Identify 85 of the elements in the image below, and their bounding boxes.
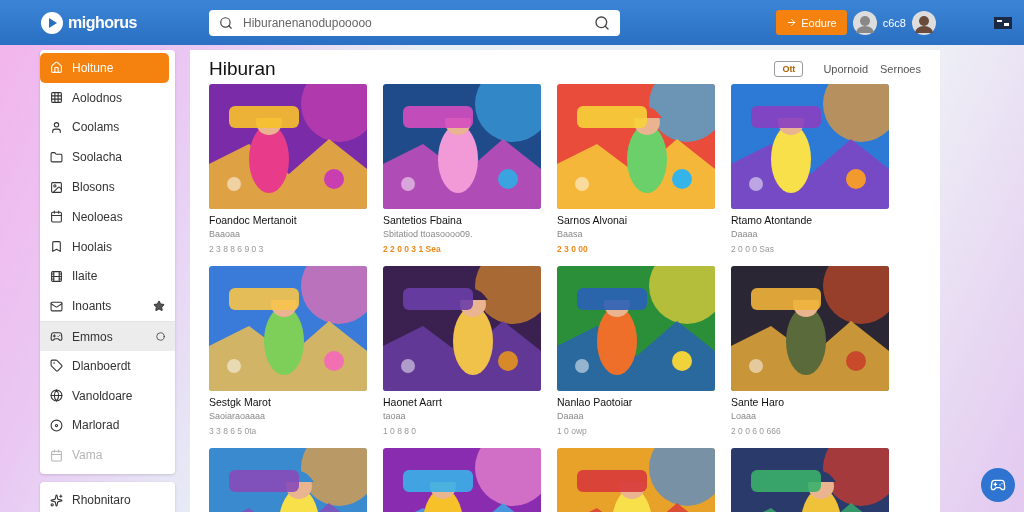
brand-name: mighorus — [68, 13, 137, 32]
sidebar-item[interactable]: Hoolais — [40, 231, 175, 262]
bookmark-icon — [50, 240, 63, 254]
search-icon — [219, 15, 233, 30]
game-meta: 1 0 8 8 0 — [383, 426, 418, 436]
game-title[interactable]: Santetios Fbaina — [383, 214, 541, 226]
avatar[interactable] — [852, 10, 877, 35]
game-meta: 1 0 owp — [557, 426, 588, 436]
sidebar-item[interactable]: Soolacha — [40, 142, 175, 173]
item-label: Hoolais — [72, 239, 114, 254]
star-icon — [153, 300, 165, 313]
logo-icon — [40, 10, 64, 35]
avatar[interactable] — [912, 10, 936, 35]
section-title: Hiburan — [209, 58, 276, 80]
game-meta: 2 3 8 8 6 9 0 3 — [209, 244, 265, 254]
game-title[interactable]: Sante Haro — [731, 396, 889, 408]
game-subtitle: Saoiaraoaaaa — [209, 411, 267, 421]
globe-icon — [50, 389, 63, 403]
game-title[interactable]: Rtamo Atontande — [731, 214, 889, 226]
game-title[interactable]: Foandoc Mertanoit — [209, 214, 367, 226]
sidebar-item[interactable]: Coolams — [40, 112, 175, 143]
user-label: c6c8 — [882, 16, 906, 29]
sidebar-item[interactable]: Marlorad — [40, 410, 175, 441]
game-title[interactable]: Sarnos Alvonai — [557, 214, 715, 226]
item-label: Rhobnitaro — [72, 493, 132, 508]
grid-icon — [50, 91, 63, 105]
calendar-icon — [50, 448, 63, 462]
nav-link[interactable]: Upornoid — [823, 63, 868, 75]
game-meta: 2 0 0 6 0 666 — [731, 426, 782, 436]
item-label: Aolodnos — [72, 90, 124, 105]
game-subtitle: taoaa — [383, 411, 407, 421]
circle-icon — [156, 332, 165, 342]
item-label: Coolams — [72, 120, 121, 135]
person-icon — [50, 121, 63, 134]
item-label: Neoloeas — [72, 209, 124, 224]
sparkle-icon — [50, 493, 63, 507]
item-label: Dlanboerdt — [72, 358, 132, 373]
sidebar-item[interactable]: Dlanboerdt — [40, 350, 175, 381]
arrow-icon — [786, 17, 798, 28]
game-title[interactable]: Sestgk Marot — [209, 396, 367, 408]
item-label: Emmos — [72, 329, 114, 344]
game-meta: 2 0 0 0 Sas — [731, 244, 775, 254]
mail-icon — [50, 299, 63, 313]
game-subtitle: Sbitatiod ttoasoooo09. — [383, 229, 474, 239]
item-label: Vama — [72, 448, 104, 463]
sidebar-item[interactable]: Rhobnitaro — [40, 485, 175, 512]
gamepad-icon — [50, 330, 63, 344]
sidebar-item[interactable]: Ilaite — [40, 261, 175, 292]
game-subtitle: Daaaa — [557, 411, 585, 421]
search-icon[interactable] — [594, 14, 610, 31]
item-label: Marlorad — [72, 418, 121, 433]
nav-link[interactable]: Sernoes — [880, 63, 921, 75]
window-icon[interactable] — [994, 16, 1012, 29]
item-label: Vanoldoare — [72, 388, 134, 403]
disc-icon — [50, 418, 63, 432]
item-label: Inoants — [72, 299, 113, 314]
calendar-icon — [50, 210, 63, 224]
folder-icon — [50, 150, 63, 164]
sidebar-item[interactable]: Emmos — [40, 321, 175, 351]
gamepad-icon — [990, 477, 1006, 493]
sidebar-item[interactable]: Inoants — [40, 291, 175, 322]
sidebar-item[interactable]: Blosons — [40, 172, 175, 202]
game-meta: 2 2 0 0 3 1 Sea — [383, 244, 442, 254]
item-label: Holtune — [72, 60, 115, 75]
game-subtitle: Baasa — [557, 229, 584, 239]
filter-chip[interactable]: Ott — [774, 61, 804, 77]
game-meta: 3 3 8 6 5 0ta — [209, 426, 258, 436]
sidebar-item[interactable]: Aolodnos — [40, 82, 175, 113]
tag-icon — [50, 359, 63, 373]
sidebar-item[interactable]: Neoloeas — [40, 202, 175, 232]
sidebar-item[interactable]: Vanoldoare — [40, 380, 175, 411]
search-bar[interactable]: Hiburanenanodupooooo — [209, 9, 620, 36]
item-label: Soolacha — [72, 150, 124, 165]
item-label: Ilaite — [72, 269, 99, 284]
game-subtitle: Daaaa — [731, 229, 759, 239]
film-icon — [50, 269, 63, 283]
game-meta: 2 3 0 00 — [557, 244, 589, 254]
game-subtitle: Loaaa — [731, 411, 758, 421]
home-icon — [50, 61, 63, 75]
help-button[interactable] — [981, 468, 1015, 502]
item-label: Blosons — [72, 180, 116, 195]
game-title[interactable]: Nanlao Paotoiar — [557, 396, 715, 408]
game-subtitle: Baaoaa — [209, 229, 242, 239]
image-icon — [50, 180, 63, 194]
game-title[interactable]: Haonet Aarrt — [383, 396, 541, 408]
